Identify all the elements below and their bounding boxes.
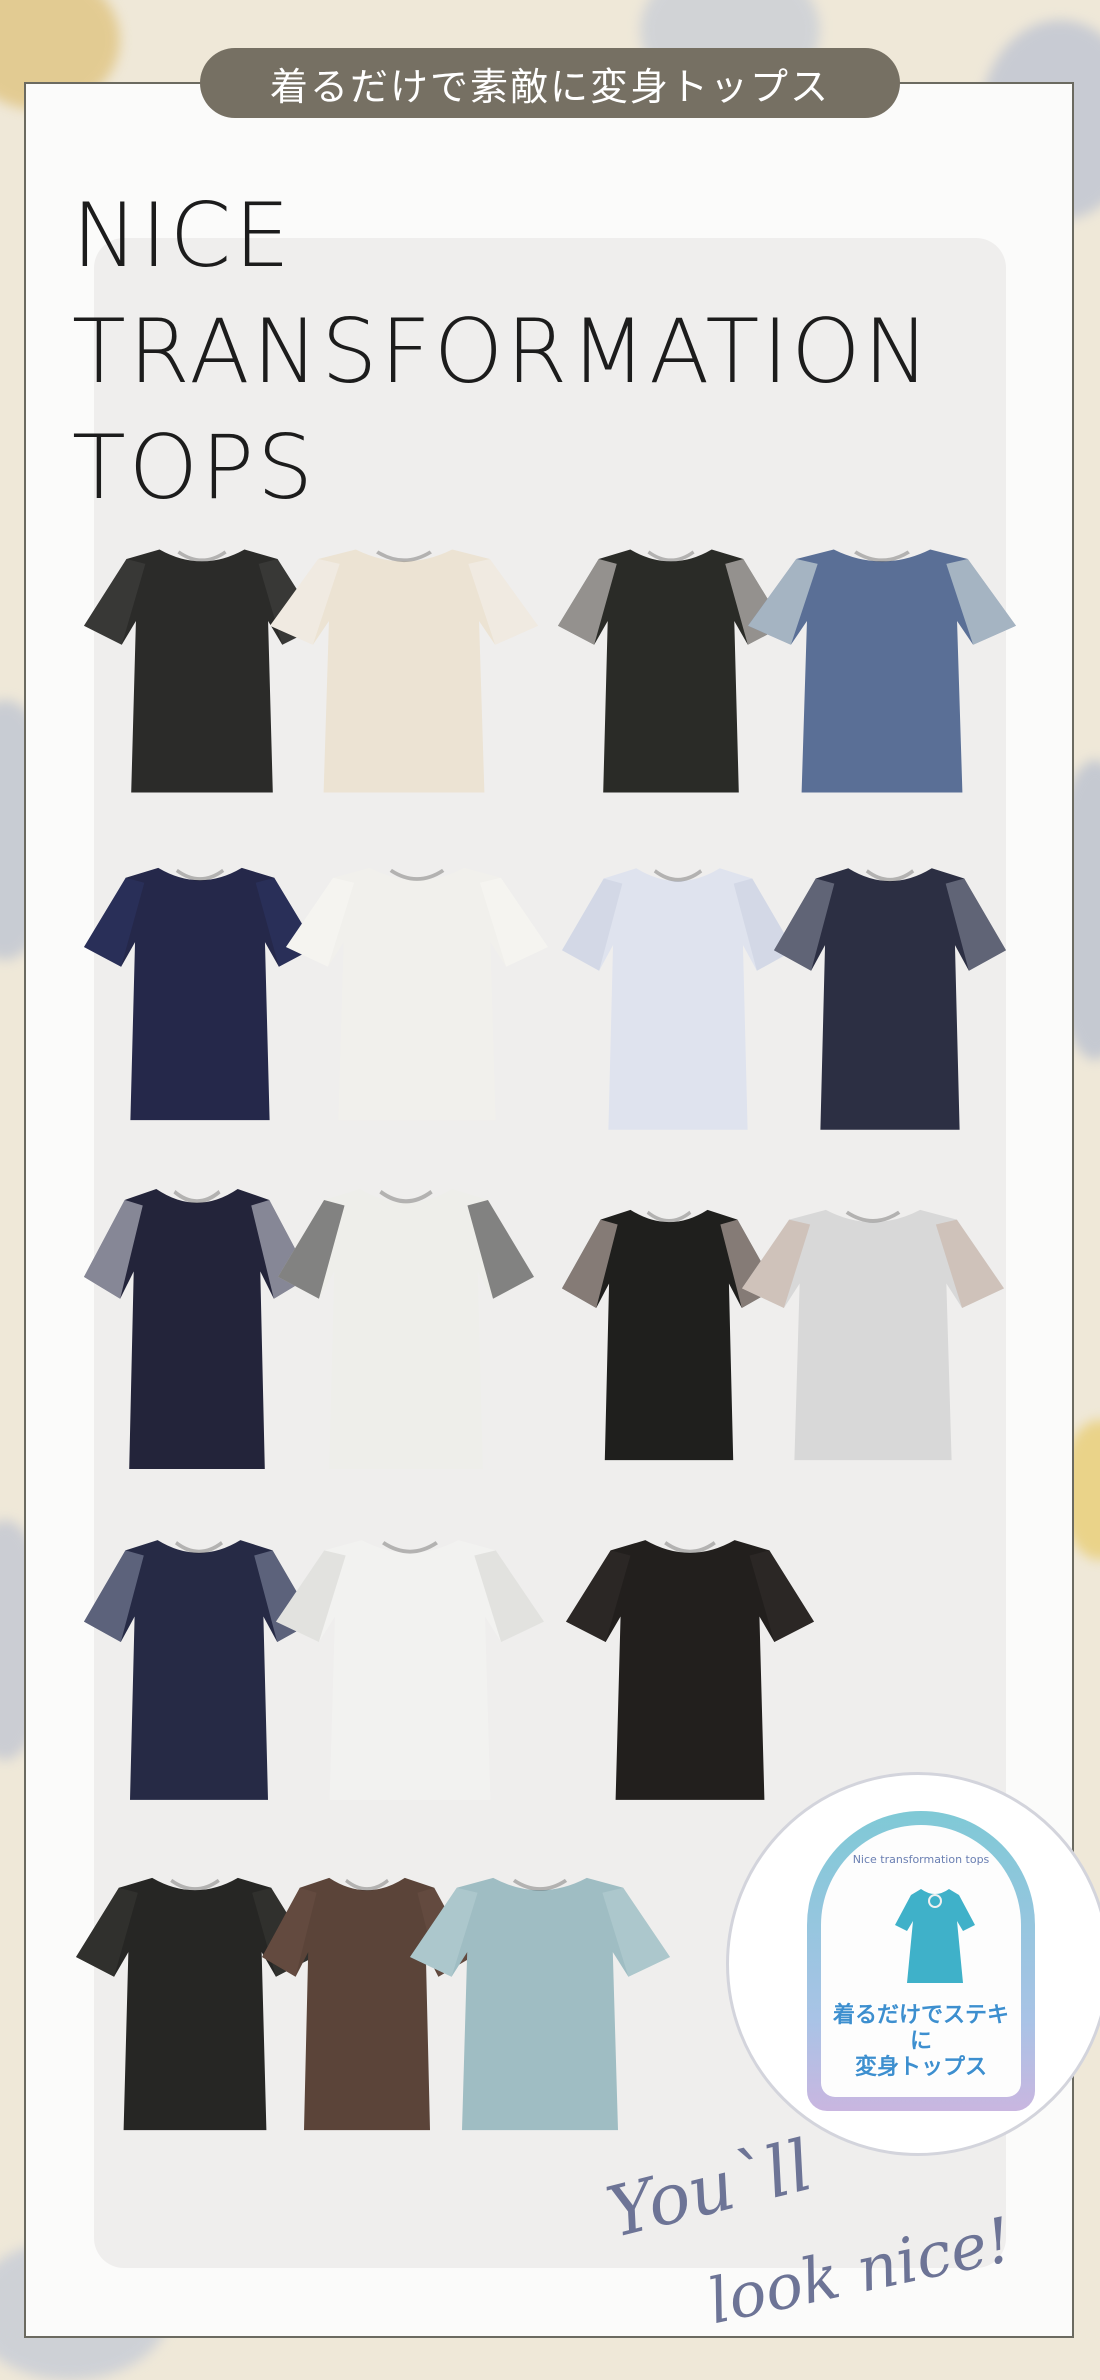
page-title: NICE TRANSFORMATION TOPS bbox=[72, 178, 932, 526]
badge-jp-text: 着るだけでステキに 変身トップス bbox=[827, 2003, 1015, 2081]
script-message: You`ll look nice! bbox=[596, 2124, 1018, 2338]
shirt-icon bbox=[410, 1877, 670, 2131]
product-cream-dot-sleeve-top[interactable] bbox=[270, 540, 538, 802]
shirt-icon bbox=[84, 1188, 310, 1470]
product-black-gather-tunic[interactable] bbox=[566, 1530, 814, 1810]
title-line-3: TOPS bbox=[72, 416, 316, 519]
product-navy-stripe-blouse[interactable] bbox=[774, 858, 1006, 1140]
product-navy-lace-yoke-top[interactable] bbox=[84, 858, 316, 1130]
product-mint-tie-sleeve-top[interactable] bbox=[410, 1868, 670, 2140]
product-gray-check-side-tee[interactable] bbox=[742, 1200, 1004, 1470]
shirt-icon bbox=[286, 867, 548, 1121]
dress-icon bbox=[895, 1889, 975, 1983]
product-white-stripe-vneck[interactable] bbox=[276, 1530, 544, 1810]
title-line-1: NICE bbox=[72, 184, 293, 287]
badge-arc-text: Nice transformation tops bbox=[852, 1853, 990, 1866]
product-blue-layered-hem-tee[interactable] bbox=[748, 540, 1016, 802]
shirt-icon bbox=[270, 549, 538, 793]
script-line-2: look nice! bbox=[701, 2202, 1019, 2339]
badge-arch: Nice transformation tops 着るだけでステキに 変身トップ… bbox=[807, 1811, 1035, 2111]
shirt-icon bbox=[742, 1209, 1004, 1461]
shirt-icon bbox=[774, 868, 1006, 1130]
brand-badge: Nice transformation tops 着るだけでステキに 変身トップ… bbox=[726, 1772, 1100, 2156]
tagline-text: 着るだけで素敵に変身トップス bbox=[269, 64, 830, 109]
shirt-icon bbox=[748, 549, 1016, 793]
title-line-2: TRANSFORMATION bbox=[72, 300, 933, 403]
badge-jp-line-2: 変身トップス bbox=[854, 2055, 987, 2080]
shirt-icon bbox=[278, 1188, 534, 1470]
shirt-icon bbox=[562, 868, 794, 1130]
badge-jp-line-1: 着るだけでステキに bbox=[832, 2003, 1009, 2054]
shirt-icon bbox=[84, 867, 316, 1121]
badge-inner: Nice transformation tops 着るだけでステキに 変身トップ… bbox=[821, 1825, 1021, 2097]
product-blue-stripe-blouse[interactable] bbox=[562, 858, 794, 1140]
shirt-icon bbox=[566, 1540, 814, 1800]
product-white-lace-yoke-top[interactable] bbox=[286, 858, 548, 1130]
product-navy-print-tunic[interactable] bbox=[84, 1178, 310, 1480]
tagline-banner: 着るだけで素敵に変身トップス bbox=[200, 48, 900, 118]
product-white-dot-tunic[interactable] bbox=[278, 1178, 534, 1480]
shirt-icon bbox=[276, 1540, 544, 1800]
